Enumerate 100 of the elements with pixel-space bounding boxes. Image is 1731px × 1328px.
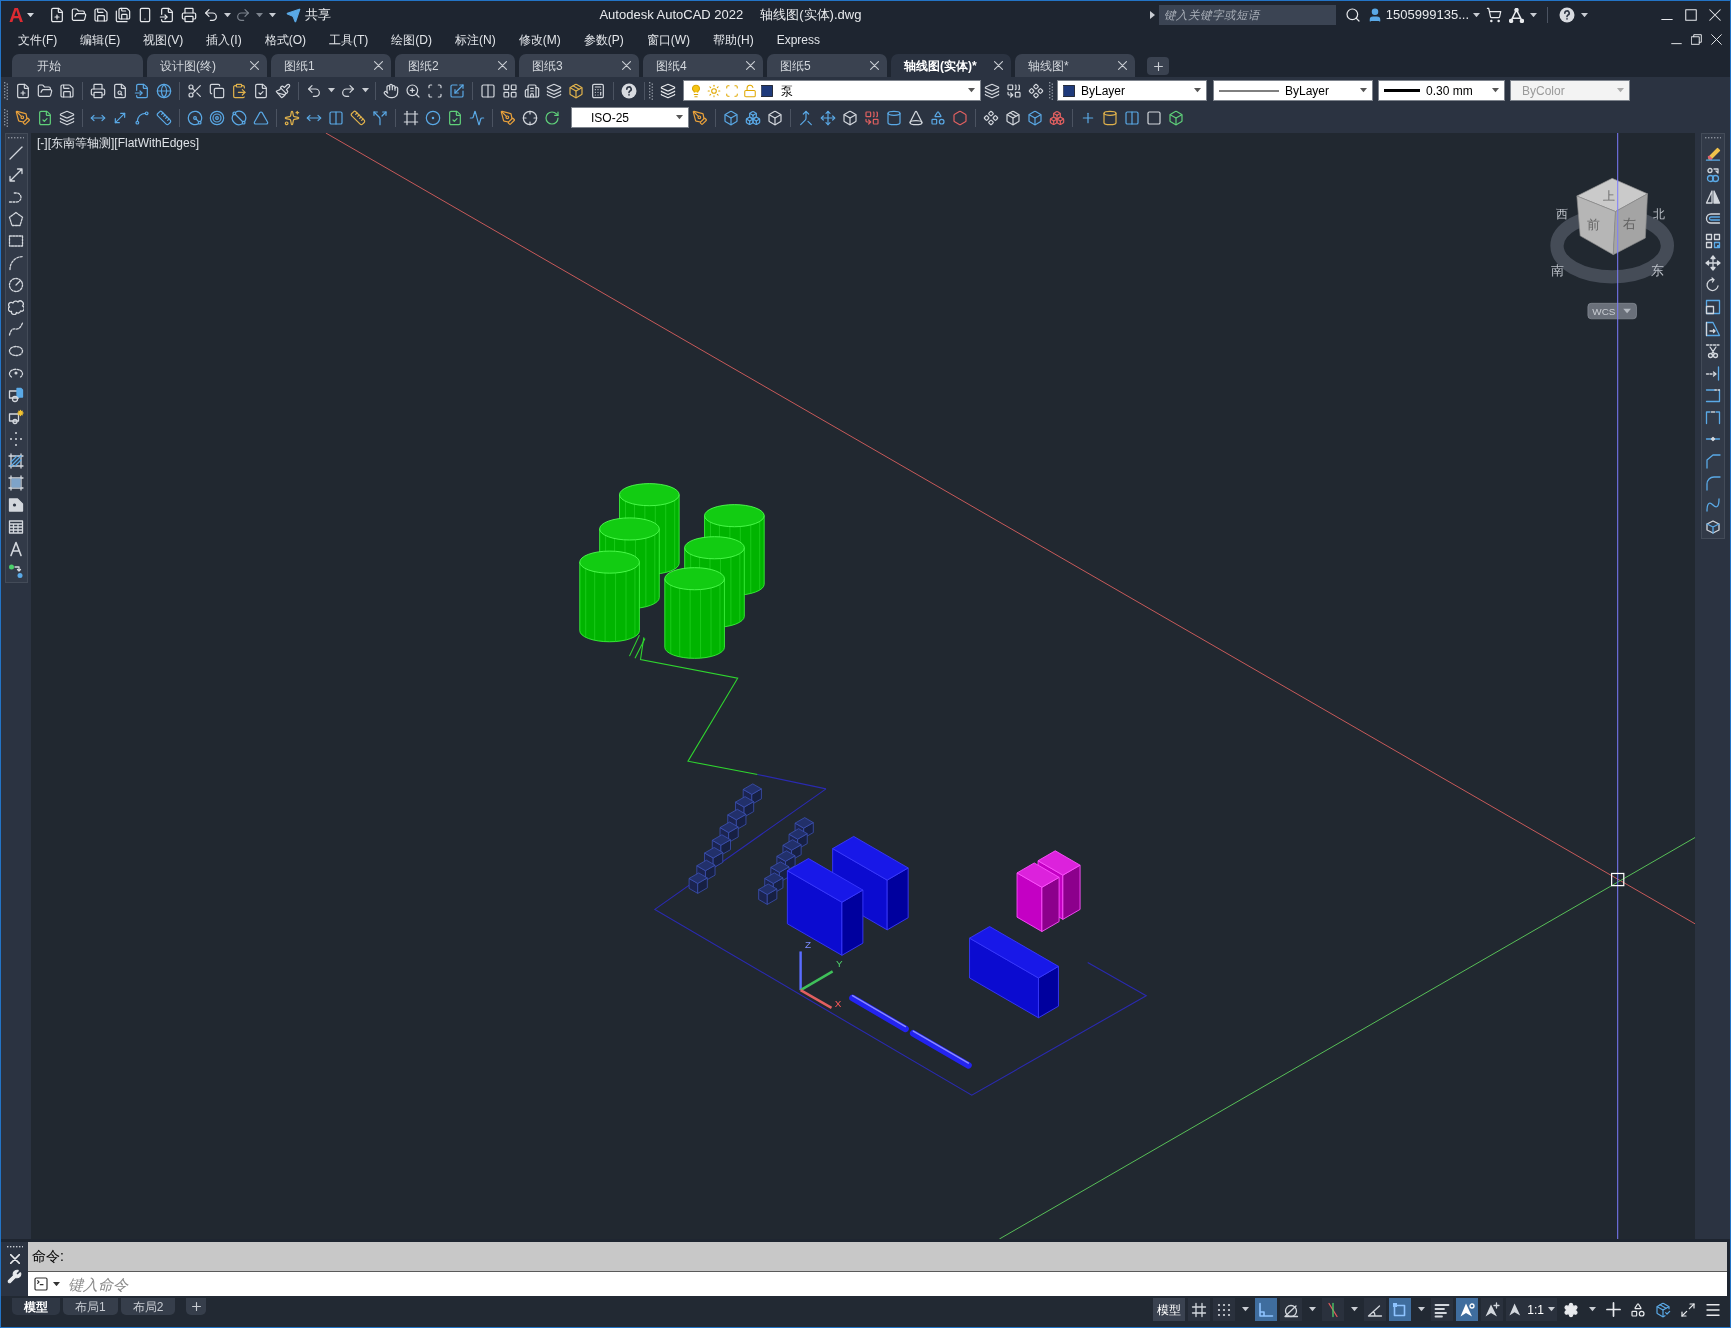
toolbar-grip-icon[interactable]	[4, 81, 8, 100]
array-icon[interactable]	[1704, 233, 1721, 249]
viewcube[interactable]	[1550, 178, 1675, 284]
share-button[interactable]: 共享	[286, 5, 332, 25]
clipboard-icon[interactable]	[231, 82, 247, 99]
radius-icon[interactable]	[187, 109, 203, 126]
trim-icon[interactable]	[1704, 343, 1721, 359]
color-dropdown[interactable]: ByLayer	[1057, 80, 1207, 101]
copy-icon[interactable]	[209, 82, 225, 99]
ruler-icon[interactable]	[350, 109, 366, 126]
menu-item[interactable]: Express	[776, 33, 820, 46]
diameter-icon[interactable]	[231, 109, 247, 126]
circle-dot-icon[interactable]	[425, 109, 441, 126]
compass-label[interactable]: 南	[1551, 262, 1565, 278]
mirror-icon[interactable]	[1704, 189, 1721, 205]
close-icon[interactable]	[870, 61, 879, 70]
toolbar-grip-icon[interactable]	[1704, 136, 1721, 140]
three-node-icon[interactable]	[1508, 7, 1524, 23]
file-tab[interactable]: 图纸3	[519, 54, 639, 77]
toolbar-grip-icon[interactable]	[649, 81, 653, 100]
settings-icon[interactable]	[1563, 1301, 1579, 1318]
redo-icon[interactable]	[235, 7, 252, 23]
scissors-icon[interactable]	[187, 82, 203, 99]
layout-tab[interactable]: 布局2	[120, 1298, 176, 1315]
compass-label[interactable]: 北	[1653, 207, 1666, 222]
restore-icon[interactable]	[1690, 34, 1702, 45]
cylinder-icon[interactable]	[1102, 109, 1118, 126]
file-check-icon[interactable]	[253, 82, 269, 99]
ruler-icon[interactable]	[156, 109, 172, 126]
caret-icon[interactable]	[1241, 1307, 1249, 1312]
cone-icon[interactable]	[908, 109, 924, 126]
search-field[interactable]: 键入关键字或短语	[1158, 5, 1336, 25]
cube-icon[interactable]	[767, 109, 783, 126]
offset-icon[interactable]	[1704, 211, 1721, 227]
polyline-icon[interactable]	[8, 189, 24, 205]
close-icon[interactable]	[9, 1254, 20, 1264]
file-tab[interactable]: 开始	[12, 54, 143, 77]
caret-icon[interactable]	[1548, 1307, 1555, 1312]
break-icon[interactable]	[1704, 409, 1721, 425]
file-tab[interactable]: 轴线图(实体)*	[891, 54, 1011, 77]
menu-item[interactable]: 文件(F)	[18, 33, 58, 46]
search-icon[interactable]	[1344, 7, 1361, 23]
double-arrow-line-icon[interactable]	[8, 167, 24, 183]
caret-icon[interactable]	[327, 88, 335, 93]
color-swatch-icon[interactable]	[1063, 84, 1075, 97]
explode-icon[interactable]	[1704, 519, 1721, 535]
toolbar-grip-icon[interactable]	[1049, 81, 1053, 100]
viewcube-face-label[interactable]: 上	[1603, 189, 1616, 204]
stretch-icon[interactable]	[1704, 321, 1721, 337]
block-create-icon[interactable]	[8, 409, 24, 425]
new-tab-button[interactable]	[1147, 57, 1169, 75]
menu-item[interactable]: 插入(I)	[206, 33, 242, 46]
curve-icon[interactable]	[134, 109, 150, 126]
line-icon[interactable]	[8, 145, 24, 161]
combine-icon[interactable]	[864, 109, 880, 126]
file-tab[interactable]: 图纸1	[271, 54, 391, 77]
move-icon[interactable]	[820, 109, 836, 126]
layer-dropdown[interactable]: 泵	[683, 80, 981, 101]
close-icon[interactable]	[1709, 9, 1721, 21]
building-icon[interactable]	[524, 82, 540, 99]
help-icon[interactable]	[621, 82, 637, 99]
rotate-icon[interactable]	[1704, 277, 1721, 293]
boxes-icon[interactable]	[1049, 109, 1065, 126]
scaling-icon[interactable]	[449, 82, 465, 99]
cube-icon[interactable]	[842, 109, 858, 126]
model-space-button[interactable]: 模型	[1153, 1298, 1186, 1321]
caret-icon[interactable]	[1308, 1307, 1316, 1312]
toolbar-grip-icon[interactable]	[4, 108, 8, 127]
color-swatch-icon[interactable]	[761, 84, 773, 97]
save-icon[interactable]	[59, 82, 75, 99]
layers-icon[interactable]	[59, 109, 75, 126]
close-icon[interactable]	[1118, 61, 1127, 70]
columns-icon[interactable]	[480, 82, 496, 99]
hatch-icon[interactable]	[8, 453, 24, 469]
save-icon[interactable]	[93, 7, 110, 23]
ellipse-icon[interactable]	[8, 343, 24, 359]
break-point-icon[interactable]	[1704, 387, 1721, 403]
layers-icon[interactable]	[546, 82, 562, 99]
rotate-icon[interactable]	[544, 109, 560, 126]
eraser-icon[interactable]	[1704, 145, 1721, 161]
hand-icon[interactable]	[383, 82, 399, 99]
new-file-icon[interactable]	[49, 7, 66, 23]
pen-icon[interactable]	[692, 109, 708, 126]
calculator-icon[interactable]	[590, 82, 606, 99]
menu-item[interactable]: 标注(N)	[455, 33, 496, 46]
target-icon[interactable]	[209, 109, 225, 126]
menu-item[interactable]: 帮助(H)	[713, 33, 754, 46]
command-input[interactable]: 键入命令	[68, 1272, 1727, 1296]
chamfer-icon[interactable]	[1704, 453, 1721, 469]
layout-tab[interactable]: 布局1	[63, 1298, 118, 1315]
component-icon[interactable]	[1028, 82, 1044, 99]
wrench-icon[interactable]	[7, 1269, 22, 1284]
compass-label[interactable]: 西	[1555, 207, 1568, 222]
cart-icon[interactable]	[1486, 7, 1502, 23]
shapes-icon[interactable]	[1630, 1301, 1646, 1318]
compass-label[interactable]: 东	[1650, 262, 1664, 278]
scan-frame-icon[interactable]	[427, 82, 443, 99]
square-icon[interactable]	[1146, 109, 1162, 126]
menu-item[interactable]: 工具(T)	[329, 33, 369, 46]
text-icon[interactable]	[8, 541, 24, 557]
